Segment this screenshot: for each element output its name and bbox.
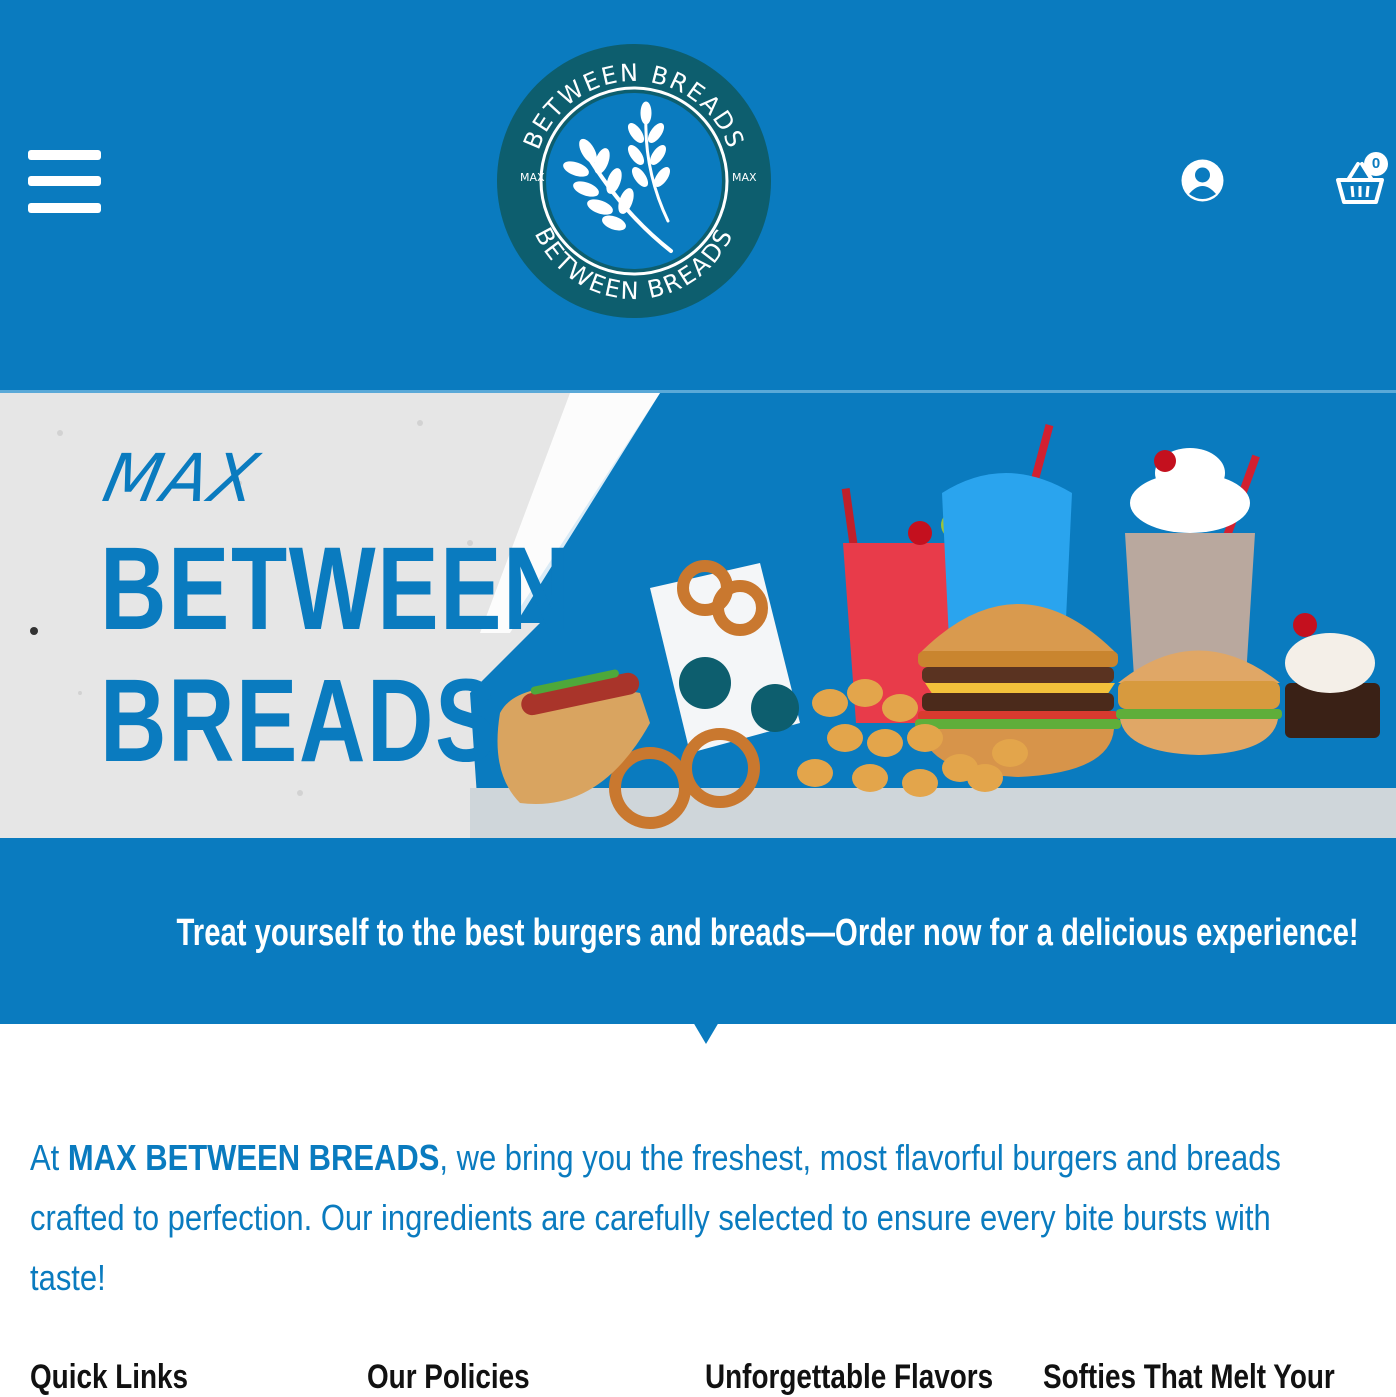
tagline-text: Treat yourself to the best burgers and b… <box>176 912 1359 954</box>
account-icon[interactable] <box>1180 158 1225 203</box>
menu-bar <box>28 176 101 186</box>
menu-bar <box>28 150 101 160</box>
footer-heading-unforgettable-flavors: Unforgettable Flavors <box>705 1358 994 1396</box>
footer-heading-our-policies: Our Policies <box>367 1358 530 1396</box>
hero-title-line2: BREADS <box>100 655 499 787</box>
hero-title-line1: BETWEEN <box>100 523 572 655</box>
menu-bar <box>28 203 101 213</box>
footer-heading-quick-links: Quick Links <box>30 1358 189 1396</box>
intro-prefix: At <box>30 1137 68 1178</box>
intro-brand: MAX BETWEEN BREADS <box>67 1137 440 1178</box>
hero-script-text: MAX <box>96 440 267 517</box>
section-pointer <box>693 1022 719 1044</box>
cart-count-badge: 0 <box>1364 152 1388 176</box>
footer-heading-softies: Softies That Melt Your <box>1043 1358 1335 1396</box>
intro-paragraph: At MAX BETWEEN BREADS, we bring you the … <box>30 1128 1320 1308</box>
menu-icon[interactable] <box>28 150 101 214</box>
logo-left-label: MAX <box>520 171 545 184</box>
cart-button[interactable]: 0 <box>1334 150 1394 210</box>
tagline: Treat yourself to the best burgers and b… <box>0 908 1396 958</box>
site-header: BETWEEN BREADS BETWEEN BREADS MAX MAX 0 <box>0 0 1396 390</box>
between-breads-logo[interactable]: BETWEEN BREADS BETWEEN BREADS MAX MAX <box>496 41 772 321</box>
logo-right-label: MAX <box>732 171 757 184</box>
